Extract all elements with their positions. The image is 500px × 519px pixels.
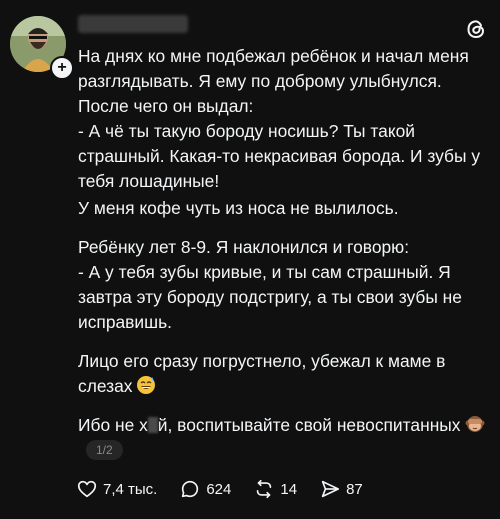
share-button[interactable]: 87 [319, 478, 363, 500]
post-paragraph: Ребёнку лет 8-9. Я наклонился и говорю: … [78, 237, 462, 332]
post-content: На днях ко мне подбежал ребёнок и начал … [78, 44, 490, 477]
repost-button[interactable]: 14 [253, 478, 297, 500]
username[interactable] [78, 15, 188, 33]
post-paragraph-text: Лицо его сразу погрустнело, убежал к мам… [78, 351, 451, 396]
comment-count: 624 [206, 480, 232, 498]
threads-logo-icon [464, 17, 488, 41]
action-bar: 7,4 тыс. 624 14 87 [76, 476, 385, 502]
comment-bubble-icon [182, 480, 199, 498]
censored-text [147, 417, 158, 433]
heart-icon [77, 480, 97, 498]
avatar-container[interactable]: + [10, 16, 74, 80]
like-count: 7,4 тыс. [103, 480, 158, 498]
page-indicator[interactable]: 1/2 [86, 440, 123, 460]
like-button[interactable]: 7,4 тыс. [76, 478, 157, 500]
follow-plus-icon[interactable]: + [50, 56, 74, 80]
repost-count: 14 [280, 480, 298, 498]
post-paragraph-text: Ибо не х [78, 415, 148, 435]
post-card: + На днях ко мне подбежал ребёнок и нача… [0, 0, 500, 519]
post-paragraph: На днях ко мне подбежал ребёнок и начал … [78, 46, 481, 191]
send-icon [321, 480, 340, 498]
post-paragraph: У меня кофе чуть из носа не вылилось. [78, 198, 399, 218]
post-paragraph: Лицо его сразу погрустнело, убежал к мам… [78, 349, 490, 399]
post-paragraph: Ибо не х й, воспитывайте свой невоспитанн… [78, 413, 490, 463]
sweat-smile-emoji-icon [136, 375, 156, 395]
post-paragraph-text: й, воспитывайте свой невоспитанных [157, 415, 461, 435]
see-no-evil-monkey-emoji-icon [465, 414, 485, 434]
comment-button[interactable]: 624 [179, 478, 231, 500]
repost-icon [257, 479, 272, 499]
share-count: 87 [346, 480, 363, 498]
